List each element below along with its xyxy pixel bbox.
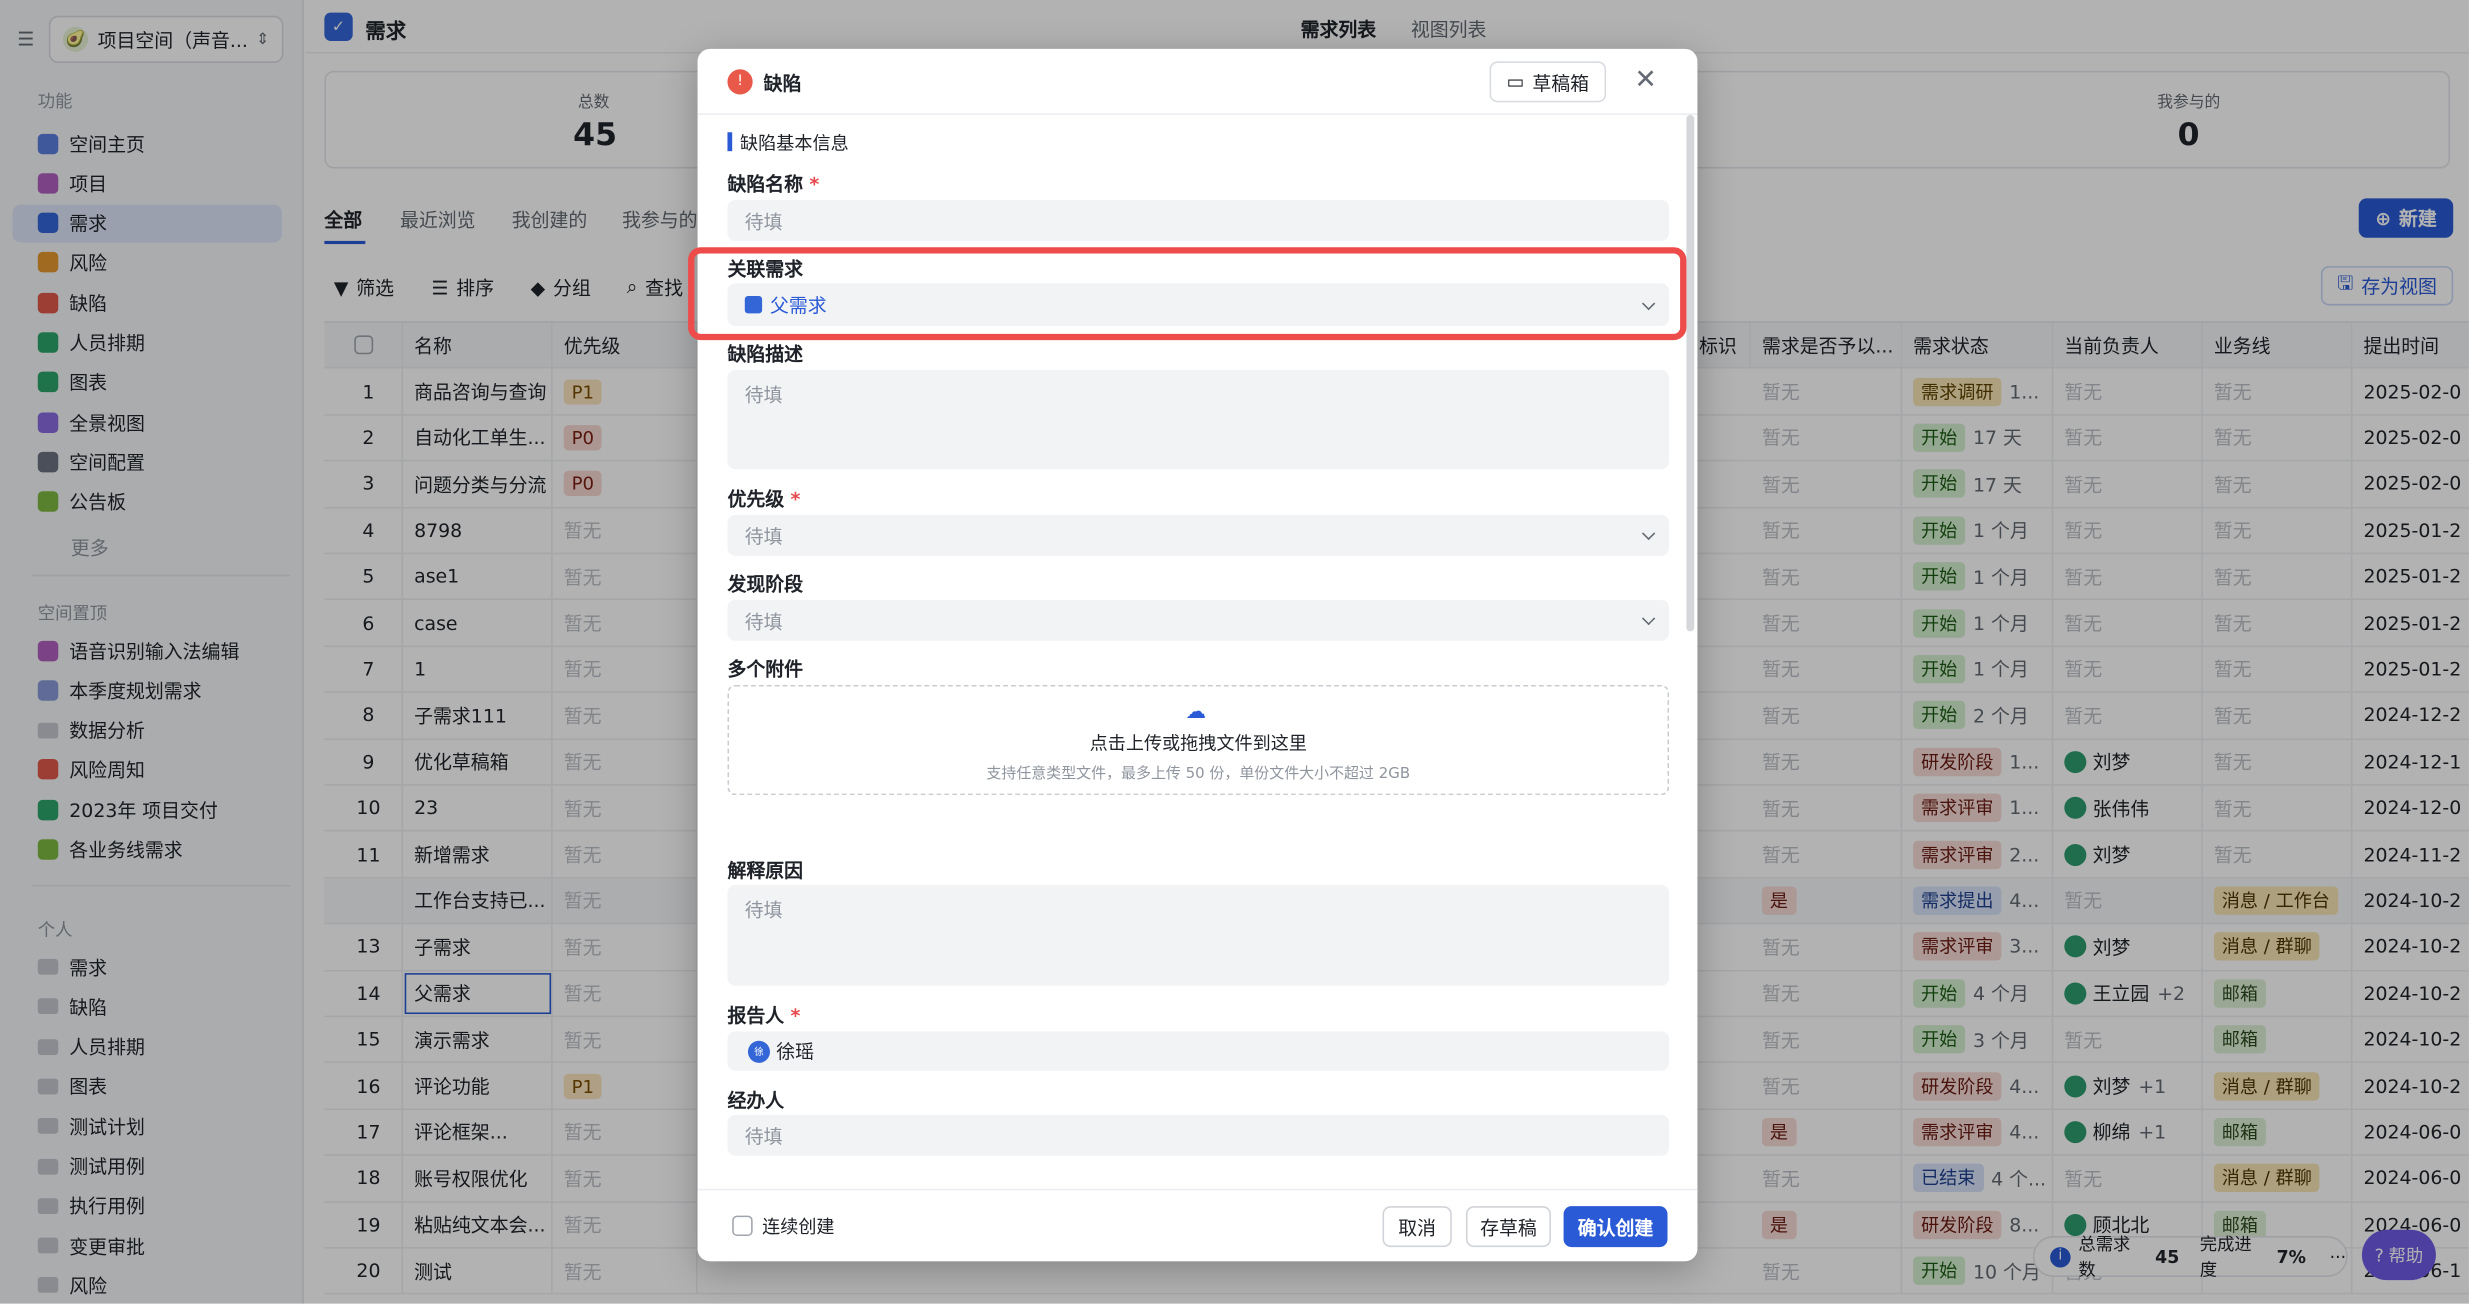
dialog-footer: 连续创建 取消 存草稿 确认创建 xyxy=(697,1188,1698,1262)
dialog-header: ! 缺陷 ▭ 草稿箱 ✕ xyxy=(697,49,1698,115)
cancel-button[interactable]: 取消 xyxy=(1382,1206,1452,1248)
label-attachments: 多个附件 xyxy=(727,658,804,681)
save-draft-button[interactable]: 存草稿 xyxy=(1465,1206,1551,1248)
continuous-create-checkbox[interactable] xyxy=(732,1215,753,1237)
upload-dropzone[interactable]: ☁ 点击上传或拖拽文件到这里 支持任意类型文件，最多上传 50 份，单份文件大小… xyxy=(727,684,1670,796)
close-icon[interactable]: ✕ xyxy=(1634,65,1656,96)
label-reporter: 报告人 * xyxy=(727,1004,801,1027)
highlight-box xyxy=(688,247,1687,341)
priority-select[interactable]: 待填 xyxy=(727,514,1670,556)
upload-hint: 支持任意类型文件，最多上传 50 份，单份文件大小不超过 2GB xyxy=(986,765,1411,783)
upload-title: 点击上传或拖拽文件到这里 xyxy=(1089,732,1307,755)
reporter-field[interactable]: 徐 徐瑶 xyxy=(727,1031,1670,1071)
dialog-title: 缺陷 xyxy=(763,72,802,95)
chevron-down-icon xyxy=(1641,526,1656,541)
cloud-upload-icon: ☁ xyxy=(1185,700,1207,725)
section-title: 缺陷基本信息 xyxy=(740,132,849,155)
reason-textarea[interactable]: 待填 xyxy=(727,884,1670,986)
label-stage: 发现阶段 xyxy=(727,573,804,596)
continuous-create-label: 连续创建 xyxy=(762,1215,835,1238)
label-priority: 优先级 * xyxy=(727,488,801,511)
confirm-create-button[interactable]: 确认创建 xyxy=(1563,1206,1668,1248)
draft-box-button[interactable]: ▭ 草稿箱 xyxy=(1489,61,1607,103)
defect-name-input[interactable]: 待填 xyxy=(727,199,1670,241)
stage-select[interactable]: 待填 xyxy=(727,599,1670,641)
label-reason: 解释原因 xyxy=(727,859,804,882)
create-defect-dialog: ! 缺陷 ▭ 草稿箱 ✕ 缺陷基本信息 缺陷名称 * 待填 关联需求 父需求 缺陷描… xyxy=(697,48,1698,1262)
inbox-icon: ▭ xyxy=(1506,70,1525,93)
label-defect-desc: 缺陷描述 xyxy=(727,343,804,366)
defect-desc-textarea[interactable]: 待填 xyxy=(727,370,1670,470)
label-handler: 经办人 xyxy=(727,1089,785,1112)
defect-icon: ! xyxy=(727,69,753,95)
handler-field[interactable]: 待填 xyxy=(727,1114,1670,1156)
chevron-down-icon xyxy=(1641,611,1656,626)
section-marker xyxy=(727,132,733,152)
avatar: 徐 xyxy=(747,1040,770,1063)
label-defect-name: 缺陷名称 * xyxy=(727,173,820,196)
scrollbar[interactable] xyxy=(1686,114,1695,632)
